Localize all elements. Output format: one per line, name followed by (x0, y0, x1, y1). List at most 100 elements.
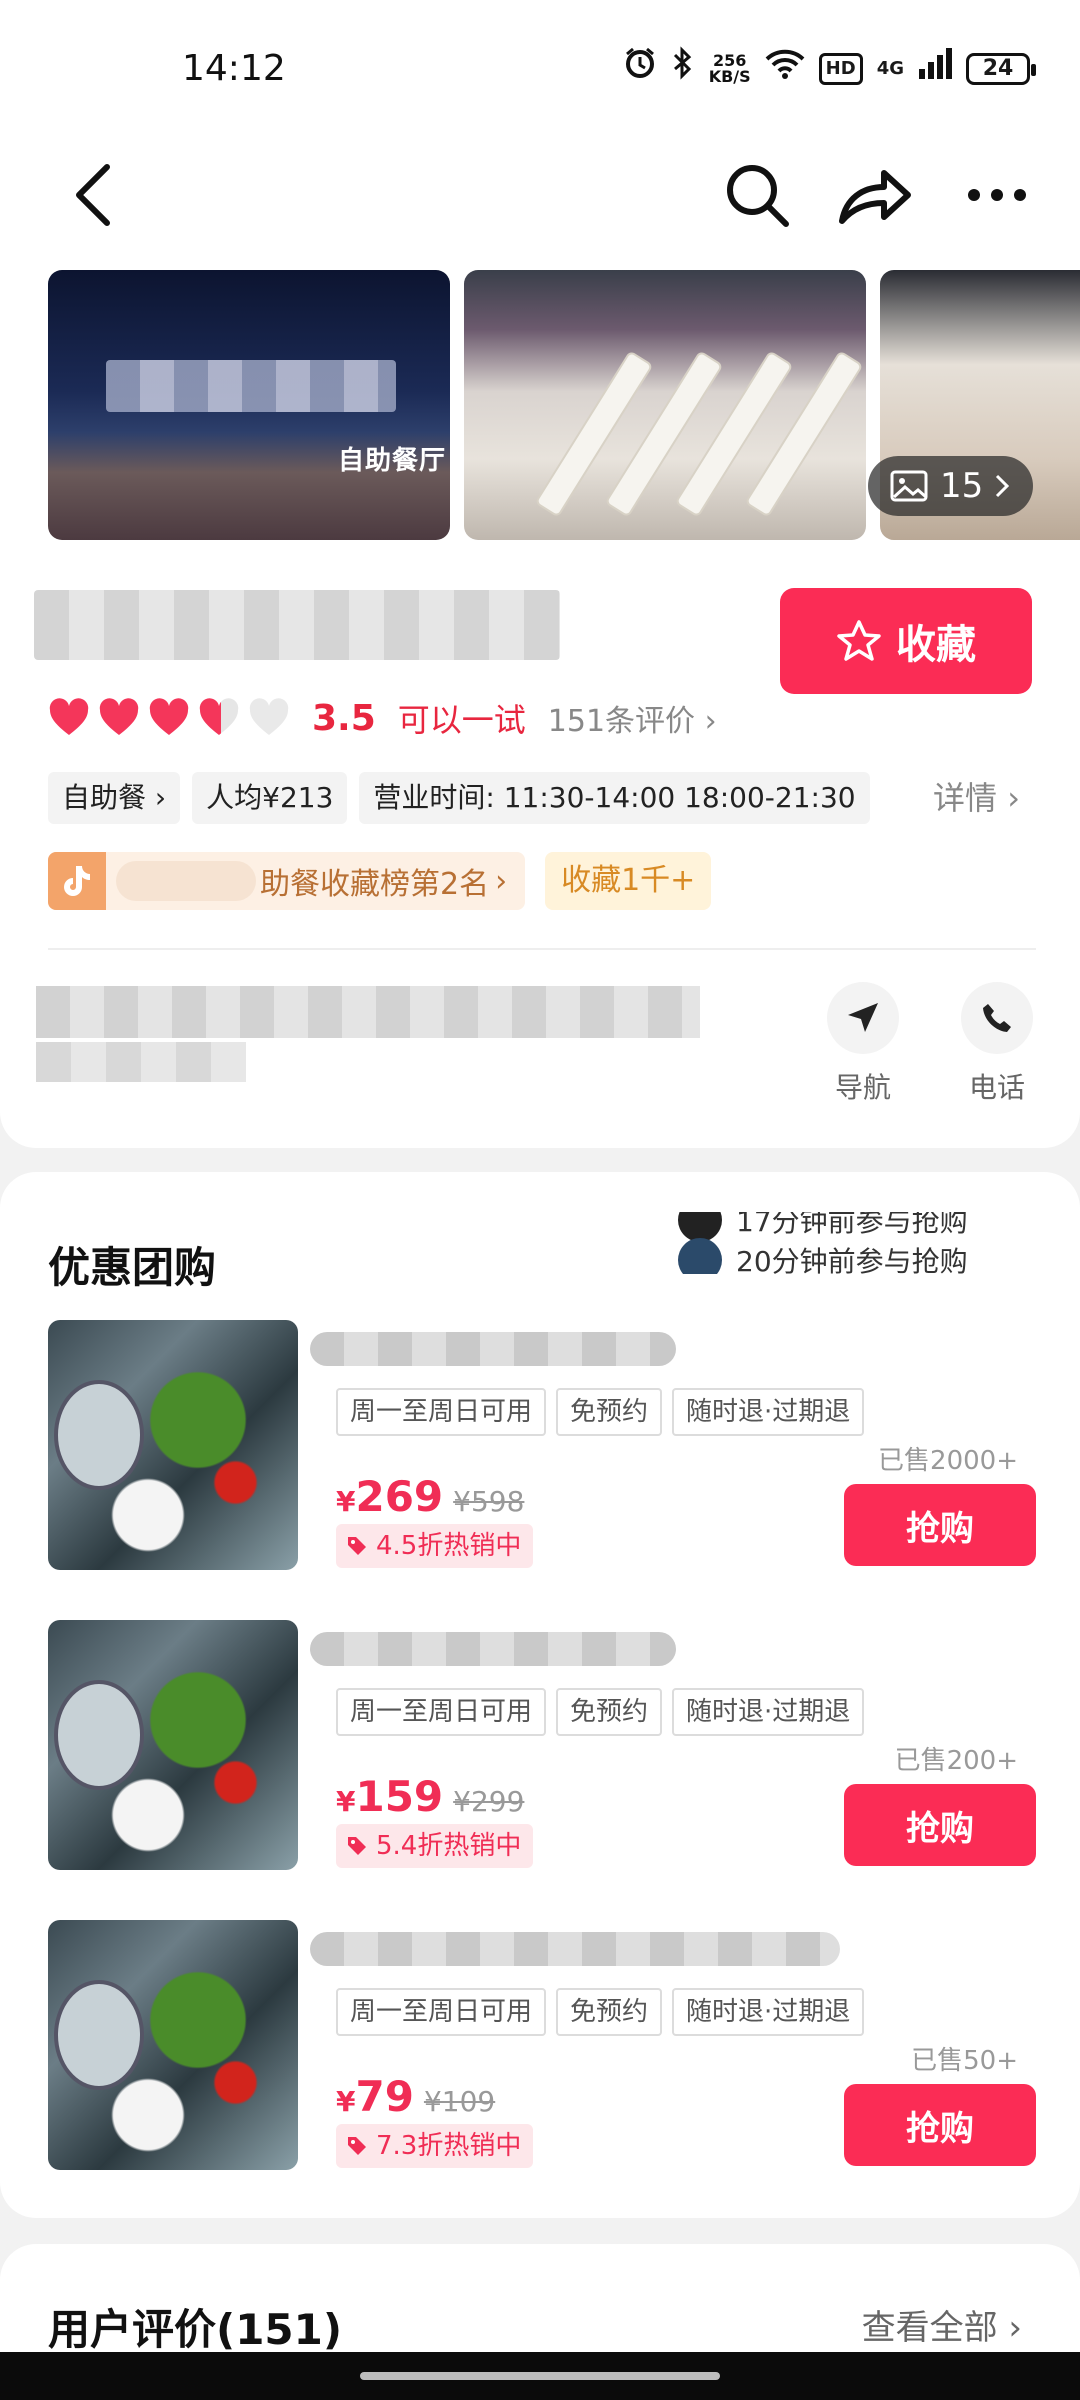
price-row: ¥269 ¥598 (336, 1472, 524, 1521)
deal-name-blurred (310, 1632, 676, 1666)
chevron-right-icon (996, 474, 1010, 498)
rating-row[interactable]: 3.5 可以一试 151条评价 › (48, 690, 717, 746)
battery-icon: 24 (966, 52, 1036, 85)
net-speed: 256 KB/S (708, 50, 751, 86)
rank-label: 助餐收藏榜第2名 (260, 867, 490, 902)
deal-image[interactable] (48, 1320, 298, 1570)
deal-tag: 免预约 (556, 1688, 663, 1736)
deal-name-blurred (310, 1332, 676, 1366)
purchase-ticker: 17分钟前参与抢购 20分钟前参与抢购 (678, 1212, 1058, 1274)
details-link[interactable]: 详情 › (933, 772, 1020, 824)
home-indicator[interactable] (360, 2372, 720, 2380)
deal-tags: 周一至周日可用 免预约 随时退·过期退 (336, 1388, 865, 1436)
signal-icon (918, 47, 952, 90)
phone-button[interactable]: 电话 (952, 982, 1042, 1106)
more-icon (968, 189, 1026, 201)
buy-button[interactable]: 抢购 (844, 1784, 1036, 1866)
avg-price-tag: 人均¥213 (192, 772, 348, 824)
deal-item[interactable]: 周一至周日可用 免预约 随时退·过期退 已售50+ ¥79 ¥109 7.3折热… (48, 1920, 1036, 2170)
sold-count: 已售2000+ (878, 1446, 1018, 1476)
gallery-photo[interactable]: 自助餐厅 (48, 270, 450, 540)
deal-tag: 周一至周日可用 (336, 1988, 547, 2036)
search-button[interactable] (712, 150, 802, 240)
deals-section: 优惠团购 17分钟前参与抢购 20分钟前参与抢购 周一至周日可用 免预约 随时退… (0, 1172, 1080, 2218)
heart-half-icon (199, 698, 239, 735)
deal-image[interactable] (48, 1620, 298, 1870)
sold-count: 已售200+ (894, 1746, 1018, 1776)
network-type: 4G (876, 58, 904, 79)
store-info-card: 自助餐厅 15 收藏 3.5 可以一试 151条评价 › 自助餐 › 人均¥21… (0, 260, 1080, 1148)
address-blurred[interactable] (36, 1042, 246, 1082)
deal-tag: 免预约 (556, 1388, 663, 1436)
divider (48, 948, 1036, 950)
phone-icon (961, 982, 1033, 1054)
avatar (678, 1238, 722, 1274)
status-bar: 14:12 256 KB/S HD 4G 24 (0, 0, 1080, 130)
deal-item[interactable]: 周一至周日可用 免预约 随时退·过期退 已售2000+ ¥269 ¥598 4.… (48, 1320, 1036, 1570)
phone-label: 电话 (968, 1071, 1025, 1104)
blurred-text (106, 360, 396, 412)
blurred-text (116, 861, 256, 901)
navigation-icon (827, 982, 899, 1054)
deal-tag: 随时退·过期退 (672, 1388, 865, 1436)
rank-tag[interactable]: 助餐收藏榜第2名 › (48, 852, 526, 910)
gallery-photo[interactable] (464, 270, 866, 540)
tag-icon (348, 1837, 366, 1855)
more-button[interactable] (952, 150, 1042, 240)
deal-tag: 周一至周日可用 (336, 1388, 547, 1436)
deals-title: 优惠团购 (48, 1243, 217, 1292)
deal-price: ¥159 (336, 1772, 444, 1821)
navigate-button[interactable]: 导航 (818, 982, 908, 1106)
deal-tags: 周一至周日可用 免预约 随时退·过期退 (336, 1988, 865, 2036)
price-row: ¥159 ¥299 (336, 1772, 524, 1821)
nav-bar (0, 130, 1080, 260)
deal-tag: 随时退·过期退 (672, 1988, 865, 2036)
store-name-blurred (34, 590, 560, 660)
gesture-bar (0, 2352, 1080, 2400)
discount-badge: 7.3折热销中 (336, 2124, 534, 2168)
discount-badge: 4.5折热销中 (336, 1524, 534, 1568)
see-all-link[interactable]: 查看全部 › (862, 2300, 1022, 2349)
heart-empty-icon (249, 698, 289, 735)
back-button[interactable] (48, 150, 138, 240)
tag-icon (348, 2137, 366, 2155)
sold-count: 已售50+ (911, 2046, 1018, 2076)
photo-gallery[interactable]: 自助餐厅 15 (48, 270, 1080, 540)
deal-tag: 周一至周日可用 (336, 1688, 547, 1736)
photo-count: 15 (940, 466, 984, 506)
deal-price: ¥79 (336, 2072, 414, 2121)
favorite-button[interactable]: 收藏 (780, 588, 1032, 694)
star-icon (837, 620, 881, 661)
address-blurred[interactable] (36, 986, 700, 1038)
favorites-count-tag: 收藏1千+ (545, 852, 712, 910)
search-icon (727, 165, 789, 227)
favorite-label: 收藏 (896, 622, 976, 668)
category-tag[interactable]: 自助餐 › (48, 772, 181, 824)
tag-icon (348, 1537, 366, 1555)
deal-tags: 周一至周日可用 免预约 随时退·过期退 (336, 1688, 865, 1736)
review-count-link[interactable]: 151条评价 › (548, 696, 717, 740)
status-time: 14:12 (182, 48, 286, 89)
original-price: ¥299 (453, 1785, 525, 1818)
buy-button[interactable]: 抢购 (844, 2084, 1036, 2166)
deal-image[interactable] (48, 1920, 298, 2170)
status-icons: 256 KB/S HD 4G 24 (623, 46, 1036, 91)
reviews-title: 用户评价(151) (48, 2305, 343, 2354)
chevron-right-icon: › (495, 863, 508, 899)
heart-full-icon (49, 698, 89, 735)
store-tags: 自助餐 › 人均¥213 营业时间: 11:30-14:00 18:00-21:… (48, 772, 870, 824)
deal-name-blurred (310, 1932, 840, 1966)
photo-count-badge[interactable]: 15 (868, 456, 1034, 516)
wifi-icon (765, 47, 805, 90)
bluetooth-icon (671, 46, 695, 91)
buy-button[interactable]: 抢购 (844, 1484, 1036, 1566)
heart-full-icon (149, 698, 189, 735)
deal-tag: 免预约 (556, 1988, 663, 2036)
image-icon (890, 470, 928, 502)
hours-tag: 营业时间: 11:30-14:00 18:00-21:30 (359, 772, 870, 824)
deal-item[interactable]: 周一至周日可用 免预约 随时退·过期退 已售200+ ¥159 ¥299 5.4… (48, 1620, 1036, 1870)
share-button[interactable] (830, 150, 920, 240)
douyin-logo-icon (48, 852, 106, 910)
heart-full-icon (99, 698, 139, 735)
price-row: ¥79 ¥109 (336, 2072, 495, 2121)
